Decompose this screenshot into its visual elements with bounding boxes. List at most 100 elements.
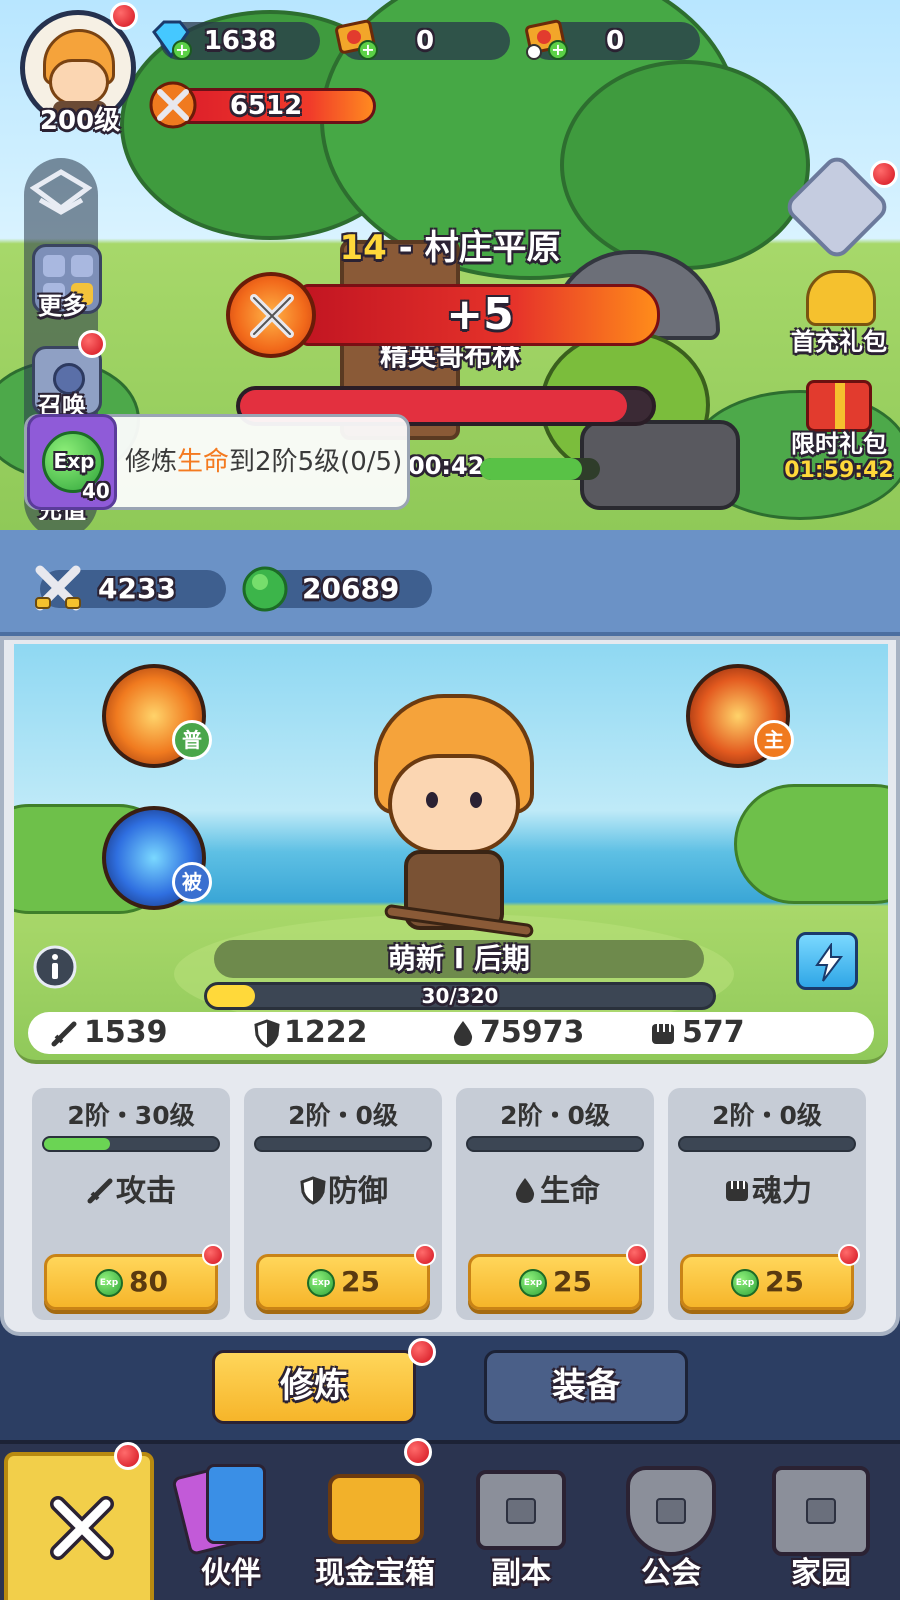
training-name: 魂力 (668, 1166, 866, 1210)
train-notification-dot (838, 1244, 860, 1266)
summon-notification-dot (78, 330, 106, 358)
exp-coin-icon: Exp (307, 1269, 335, 1297)
more-label: 更多 (38, 292, 86, 320)
nav-home[interactable]: 家园 (746, 1452, 896, 1600)
lock-icon (806, 1498, 836, 1524)
avatar-notification-dot (110, 2, 138, 30)
train-notification-dot (202, 1244, 224, 1266)
nav-chest-notification-dot (404, 1438, 432, 1466)
nav-partner[interactable]: 伙伴 (156, 1452, 306, 1600)
svg-text:+: + (361, 40, 374, 59)
shield-icon (254, 1019, 280, 1048)
hero-character[interactable] (364, 694, 544, 954)
treasure-chest-icon (328, 1474, 424, 1544)
power-gain-badge (226, 272, 316, 358)
train-notification-dot (626, 1244, 648, 1266)
battle-scene: 200级 1638 + 0 + 0 + 6512 更多 召唤 14 - 村庄平原… (0, 0, 900, 530)
boss-timer: 00:42 (408, 452, 485, 480)
train-cost: 25 (553, 1265, 592, 1298)
crossed-swords-icon (35, 565, 81, 611)
quest-icon: Exp 40 (27, 414, 117, 510)
training-name: 防御 (244, 1166, 442, 1210)
power-gain-value: +5 (446, 289, 514, 340)
training-level: 2阶・0级 (712, 1101, 822, 1130)
blood-drop-icon (515, 1178, 535, 1203)
crossed-swords-icon (149, 81, 197, 129)
normal-skill-tag: 普 (172, 720, 212, 760)
training-progress (42, 1136, 220, 1152)
player-level: 200级 (39, 106, 121, 136)
sword-icon (51, 1021, 77, 1047)
train-cost: 25 (765, 1265, 804, 1298)
tab-equip[interactable]: 装备 (484, 1350, 688, 1424)
exp-coin-icon: Exp (95, 1269, 123, 1297)
hero-panel: 普 主 被 萌新 Ⅰ 后期 30/320 1539 1222 75973 577… (0, 636, 900, 1336)
first-pack-label[interactable]: 首充礼包 (774, 322, 900, 357)
ticket-icon[interactable]: + (334, 16, 380, 62)
first-pack-icon[interactable] (806, 270, 876, 326)
hero-rank: 萌新 Ⅰ 后期 (214, 940, 704, 978)
train-attack-button[interactable]: Exp 80 (44, 1254, 218, 1310)
nav-close-button[interactable] (4, 1452, 154, 1600)
training-card-attack: 2阶・30级 攻击 Exp 80 (32, 1088, 230, 1320)
event-notification-dot (870, 160, 898, 188)
stat-defense-value: 1222 (284, 1015, 368, 1050)
quest-badge: 40 (82, 479, 110, 503)
training-name: 攻击 (32, 1166, 230, 1210)
training-progress (466, 1136, 644, 1152)
passive-skill-tag: 被 (172, 862, 212, 902)
timer-bar (480, 458, 600, 480)
fist-icon (726, 1181, 748, 1201)
stage-title: 14 - 村庄平原 (339, 228, 561, 268)
train-defense-button[interactable]: Exp 25 (256, 1254, 430, 1310)
stat-hp-value: 75973 (480, 1015, 585, 1050)
tab-train[interactable]: 修炼 (212, 1350, 416, 1424)
tab-train-notification-dot (408, 1338, 436, 1366)
training-level: 2阶・30级 (67, 1101, 195, 1130)
stat-attack-value: 1539 (84, 1015, 168, 1050)
close-icon (50, 1496, 114, 1560)
train-soul-button[interactable]: Exp 25 (680, 1254, 854, 1310)
currency-strip: 4233 20689 (0, 530, 900, 636)
train-cost: 80 (129, 1265, 168, 1298)
nav-dungeon[interactable]: 副本 (446, 1452, 596, 1600)
training-progress (254, 1136, 432, 1152)
training-name: 生命 (456, 1166, 654, 1210)
svg-text:+: + (175, 40, 188, 59)
info-icon[interactable] (32, 944, 78, 990)
quest-text: 修炼生命到2阶5级(0/5) (125, 447, 403, 477)
crossed-swords-icon (250, 294, 294, 338)
hero-exp-text: 30/320 (421, 984, 499, 1008)
training-card-hp: 2阶・0级 生命 Exp 25 (456, 1088, 654, 1320)
training-card-soul: 2阶・0级 魂力 Exp 25 (668, 1088, 866, 1320)
stat-soul-value: 577 (682, 1015, 745, 1050)
timed-ticket-icon[interactable]: + (524, 16, 570, 62)
shield-icon (300, 1176, 326, 1205)
skill-swap-button[interactable] (796, 932, 858, 990)
hero-exp-bar: 30/320 (204, 982, 716, 1010)
training-progress (678, 1136, 856, 1152)
lock-icon (656, 1498, 686, 1524)
fist-icon (652, 1024, 674, 1044)
active-skill-tag: 主 (754, 720, 794, 760)
train-notification-dot (414, 1244, 436, 1266)
hero-stats-row: 1539 1222 75973 577 (28, 1012, 874, 1054)
training-card-defense: 2阶・0级 防御 Exp 25 (244, 1088, 442, 1320)
gem-icon[interactable]: + (148, 16, 194, 62)
timed-pack-countdown: 01:59:42 (784, 458, 894, 483)
timed-pack-label[interactable]: 限时礼包 (774, 424, 900, 459)
nav-close-notification-dot (114, 1442, 142, 1470)
nav-chest[interactable]: 现金宝箱 (300, 1452, 450, 1600)
nav-guild[interactable]: 公会 (596, 1452, 746, 1600)
training-level: 2阶・0级 (500, 1101, 610, 1130)
collapse-chevron-icon[interactable] (30, 168, 92, 218)
train-hp-button[interactable]: Exp 25 (468, 1254, 642, 1310)
bottom-nav: 伙伴 现金宝箱 副本 公会 家园 (0, 1438, 900, 1600)
power-gain-banner: +5 (300, 284, 660, 346)
quest-banner[interactable]: Exp 40 修炼生命到2阶5级(0/5) (24, 414, 410, 510)
sword-icon (87, 1178, 113, 1204)
lightning-icon (815, 943, 843, 982)
svg-text:+: + (551, 40, 564, 59)
hero-view: 普 主 被 萌新 Ⅰ 后期 30/320 1539 1222 75973 577 (14, 644, 888, 1064)
cards-icon (206, 1464, 266, 1544)
